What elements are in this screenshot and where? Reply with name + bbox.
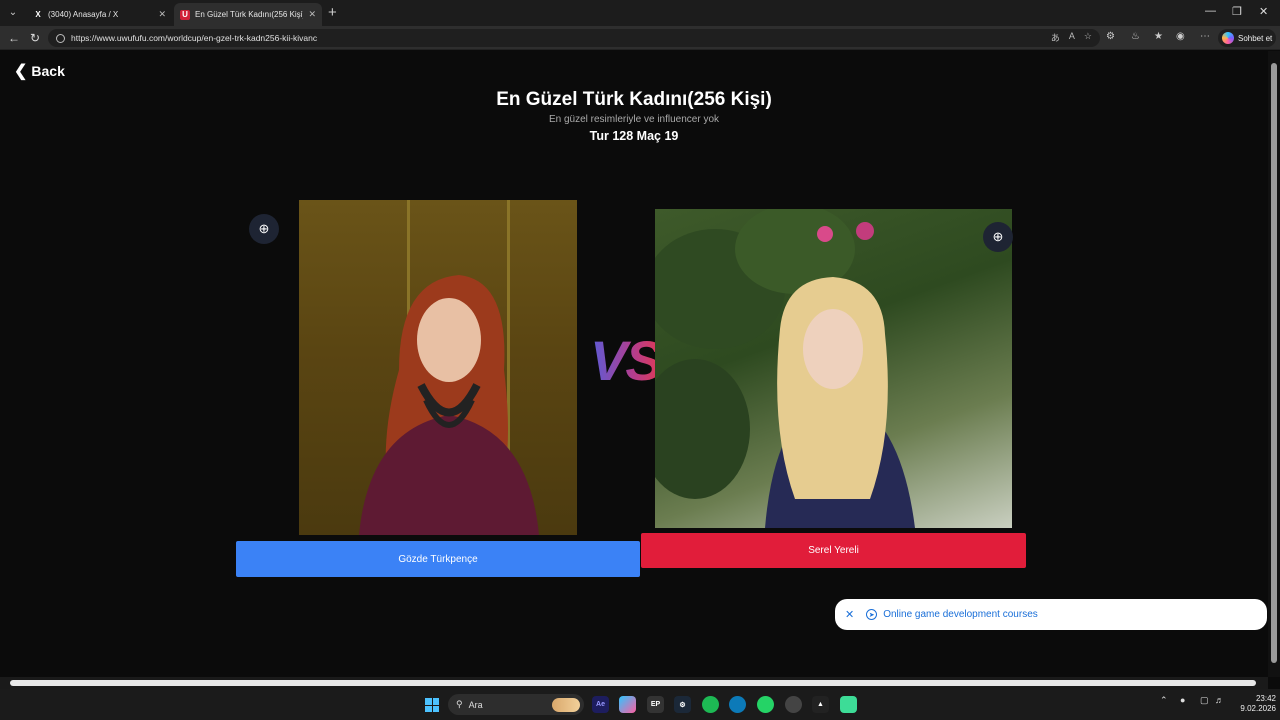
browser-tab-strip: ⌄ X (3040) Anasayfa / X ✕ U En Güzel Tür…: [0, 0, 1280, 26]
copilot-chat-button[interactable]: Sohbet et: [1218, 29, 1276, 47]
copilot-label: Sohbet et: [1238, 33, 1273, 43]
tab-uwufufu[interactable]: U En Güzel Türk Kadını(256 Kişi) | Uw ✕: [174, 3, 322, 26]
back-arrow-icon[interactable]: ←: [8, 30, 20, 46]
page-subtitle: En güzel resimleriyle ve influencer yok: [548, 114, 720, 125]
after-effects-icon[interactable]: Ae: [592, 696, 609, 713]
android-studio-icon[interactable]: [840, 696, 857, 713]
taskbar-clock[interactable]: 23:42 9.02.2026: [1232, 694, 1276, 714]
steam-icon[interactable]: ⚙: [674, 696, 691, 713]
clock-date: 9.02.2026: [1240, 704, 1276, 713]
tab-title: En Güzel Türk Kadını(256 Kişi) | Uw: [195, 10, 303, 19]
ad-close-icon[interactable]: ✕: [845, 608, 854, 621]
search-placeholder: Ara: [468, 699, 483, 710]
refresh-icon[interactable]: ↻: [30, 30, 40, 46]
vertical-scrollbar[interactable]: [1268, 51, 1280, 677]
tray-chevron-up-icon[interactable]: ⌃: [1160, 695, 1168, 706]
vs-label: VS: [590, 329, 663, 392]
right-zoom-in-icon[interactable]: ⊕: [983, 222, 1013, 252]
round-indicator: Tur 128 Maç 19: [589, 129, 679, 143]
favorite-star-icon[interactable]: ☆: [1084, 31, 1092, 44]
capcut-icon[interactable]: ▲: [812, 696, 829, 713]
window-close-icon[interactable]: ✕: [1259, 5, 1268, 18]
x-favicon-icon: X: [35, 10, 41, 19]
tab-x-home[interactable]: X (3040) Anasayfa / X ✕: [27, 3, 172, 26]
opera-gx-icon[interactable]: [785, 696, 802, 713]
translate-icon[interactable]: あ: [1051, 31, 1060, 44]
profile-avatar-icon[interactable]: ◉: [1176, 31, 1185, 42]
back-button[interactable]: ❮ Back: [14, 61, 65, 81]
back-label: Back: [31, 63, 65, 79]
network-icon[interactable]: ▢: [1200, 695, 1209, 706]
edge-icon[interactable]: [729, 696, 746, 713]
maximize-icon[interactable]: ❐: [1232, 5, 1242, 18]
page-title: En Güzel Türk Kadını(256 Kişi): [496, 89, 772, 110]
right-candidate-photo[interactable]: [655, 209, 1012, 528]
left-zoom-in-icon[interactable]: ⊕: [249, 214, 279, 244]
search-highlight-icon: [552, 697, 580, 712]
whatsapp-icon[interactable]: [757, 696, 774, 713]
uwufufu-favicon-icon: U: [180, 9, 190, 20]
copilot-app-icon[interactable]: [619, 696, 636, 713]
clock-time: 23:42: [1255, 694, 1276, 703]
right-photo-illustration: [655, 209, 915, 528]
page-content: ❮ Back En Güzel Türk Kadını(256 Kişi) En…: [0, 51, 1268, 677]
new-tab-plus-icon[interactable]: +: [328, 4, 337, 22]
tab-close-icon[interactable]: ✕: [158, 9, 166, 20]
tab-list-chevron-icon[interactable]: ⌄: [4, 4, 22, 22]
url-input[interactable]: [71, 33, 971, 43]
windows-taskbar: ⚲ Ara Ae EP ⚙ ▲ ⌃ ● ▢ ♬ 23:42 9.02.2026: [0, 689, 1280, 720]
scrollbar-thumb[interactable]: [10, 680, 1256, 686]
favorites-icon[interactable]: ★: [1154, 31, 1163, 42]
ad-banner[interactable]: ✕ ➤ Online game development courses: [835, 599, 1267, 630]
more-menu-icon[interactable]: ⋯: [1200, 31, 1210, 42]
site-info-icon[interactable]: [56, 33, 65, 43]
left-photo-illustration: [359, 200, 539, 535]
windows-start-icon[interactable]: [425, 698, 439, 712]
microphone-icon[interactable]: ●: [1180, 695, 1185, 705]
left-candidate-photo[interactable]: [299, 200, 577, 535]
epic-games-icon[interactable]: EP: [647, 696, 664, 713]
copilot-icon: [1222, 32, 1234, 44]
extensions-icon[interactable]: ⚙: [1106, 31, 1115, 42]
tab-title: (3040) Anasayfa / X: [48, 10, 119, 19]
taskbar-search[interactable]: ⚲ Ara: [448, 694, 584, 715]
browser-toolbar: ← ↻ あ A ☆ ⚙ ♨ ★ ◉ ⋯ Sohbet et: [0, 26, 1280, 50]
ad-arrow-icon: ➤: [866, 609, 878, 620]
chevron-left-icon: ❮: [14, 63, 28, 80]
ad-text[interactable]: Online game development courses: [883, 609, 1038, 620]
spotify-icon[interactable]: [702, 696, 719, 713]
tab-close-icon[interactable]: ✕: [308, 9, 316, 20]
right-choice-button[interactable]: Serel Yereli: [641, 533, 1026, 568]
search-icon: ⚲: [456, 699, 463, 709]
minimize-icon[interactable]: —: [1205, 5, 1216, 17]
volume-icon[interactable]: ♬: [1215, 695, 1224, 705]
address-bar[interactable]: あ A ☆: [48, 29, 1100, 47]
performance-icon[interactable]: ♨: [1131, 31, 1140, 42]
horizontal-scrollbar[interactable]: [0, 677, 1268, 689]
scrollbar-thumb[interactable]: [1271, 63, 1277, 663]
read-aloud-icon[interactable]: A: [1069, 31, 1075, 44]
left-choice-button[interactable]: Gözde Türkpençe: [236, 541, 640, 577]
